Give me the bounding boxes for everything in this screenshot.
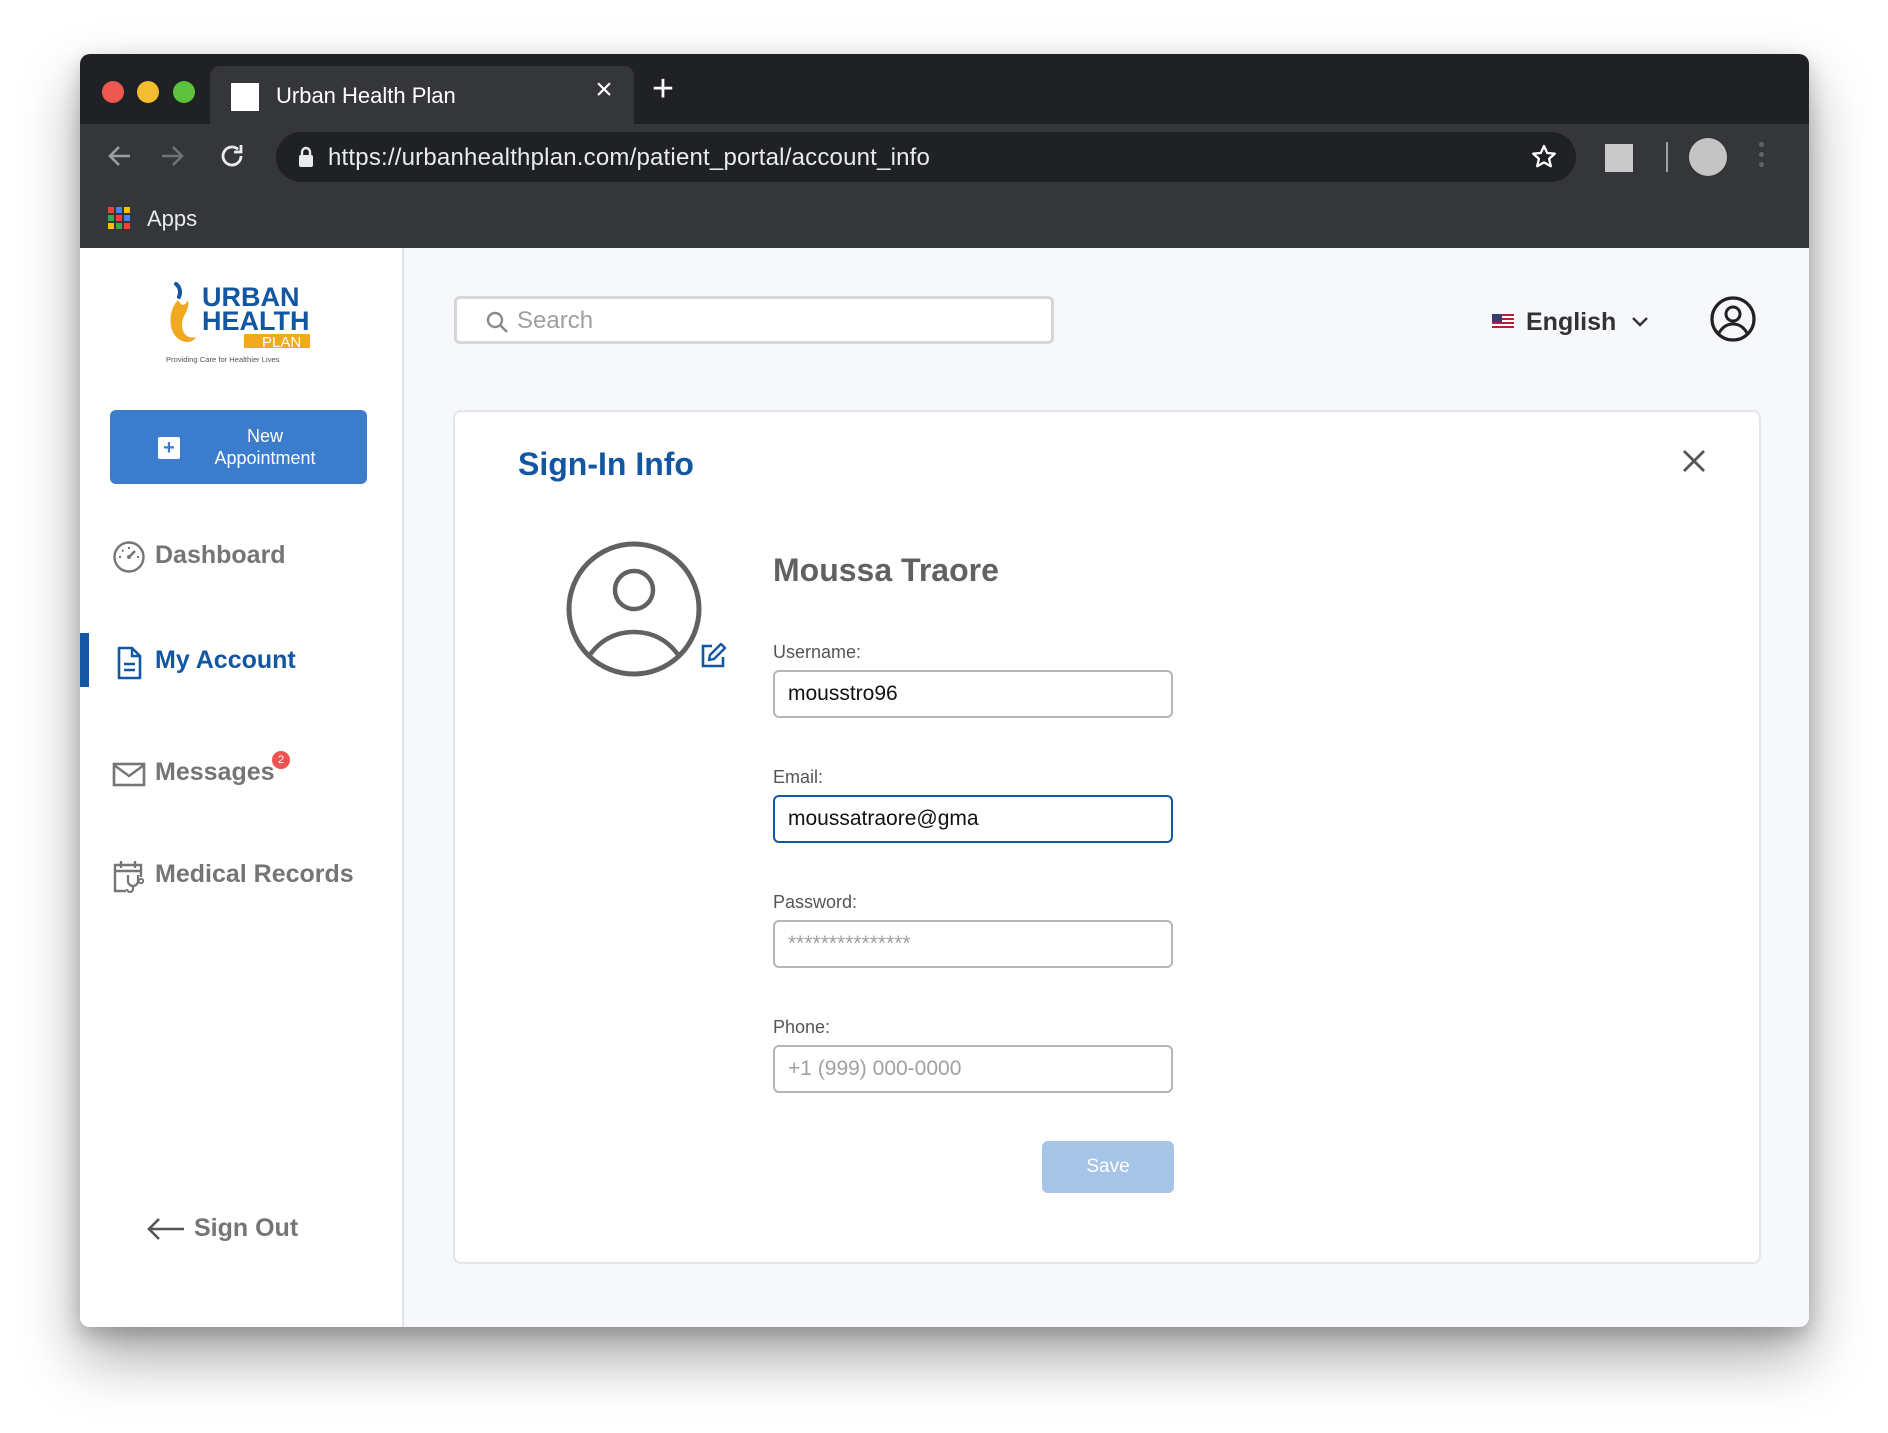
sidebar-item-label: Medical Records: [155, 860, 354, 888]
gauge-icon: [112, 540, 146, 574]
username-label: Username:: [773, 642, 862, 662]
document-icon: [112, 645, 146, 680]
envelope-icon: [112, 757, 146, 791]
urban-health-plan-logo[interactable]: URBAN HEALTH PLAN Providing Care for Hea…: [164, 278, 314, 368]
url-text: https://urbanhealthplan.com/patient_port…: [328, 144, 931, 171]
active-indicator: [80, 633, 89, 687]
user-profile-icon[interactable]: [1709, 295, 1757, 343]
chevron-down-icon: [1630, 312, 1650, 337]
browser-profile-avatar[interactable]: [1689, 138, 1727, 176]
card-title: Sign-In Info: [518, 446, 694, 482]
back-arrow-icon[interactable]: [102, 138, 138, 174]
bookmark-star-icon[interactable]: [1530, 143, 1558, 176]
edit-avatar-icon[interactable]: [699, 642, 727, 670]
sidebar-item-my-account[interactable]: My Account: [80, 633, 402, 687]
us-flag-icon: [1492, 314, 1514, 328]
avatar: [565, 540, 703, 678]
sidebar: URBAN HEALTH PLAN Providing Care for Hea…: [80, 248, 404, 1327]
maximize-window-button[interactable]: [173, 81, 195, 103]
svg-text:PLAN: PLAN: [262, 334, 301, 351]
svg-text:HEALTH: HEALTH: [202, 306, 310, 336]
close-icon[interactable]: [1679, 446, 1709, 476]
user-full-name: Moussa Traore: [773, 552, 999, 588]
apps-bookmark[interactable]: Apps: [147, 206, 197, 232]
password-field[interactable]: [773, 920, 1173, 968]
sidebar-item-label: My Account: [155, 646, 296, 674]
sidebar-item-label: Messages: [155, 758, 275, 786]
sidebar-item-dashboard[interactable]: Dashboard: [80, 528, 402, 582]
tab-title: Urban Health Plan: [276, 83, 456, 108]
unread-count-badge: 2: [272, 751, 290, 769]
save-button[interactable]: Save: [1042, 1141, 1174, 1193]
browser-tab-bar: Urban Health Plan × +: [80, 54, 1809, 124]
browser-window: Urban Health Plan × + https://urbanhealt…: [80, 54, 1809, 1327]
reload-icon[interactable]: [214, 138, 250, 174]
close-tab-icon[interactable]: ×: [590, 75, 618, 105]
new-appointment-label: New Appointment: [214, 426, 316, 468]
language-label: English: [1526, 308, 1617, 336]
close-window-button[interactable]: [102, 81, 124, 103]
bookmarks-bar: Apps: [80, 188, 1809, 248]
phone-label: Phone:: [773, 1017, 831, 1037]
sign-out-label: Sign Out: [194, 1214, 299, 1242]
toolbar-divider: [1666, 142, 1668, 172]
apps-grid-icon[interactable]: [108, 207, 130, 229]
medical-calendar-icon: [112, 859, 146, 894]
browser-menu-icon[interactable]: [1759, 142, 1765, 172]
email-label: Email:: [773, 767, 824, 787]
page-content: URBAN HEALTH PLAN Providing Care for Hea…: [80, 248, 1809, 1327]
password-label: Password:: [773, 892, 858, 912]
plus-icon: +: [158, 437, 180, 459]
minimize-window-button[interactable]: [137, 81, 159, 103]
sign-out-button[interactable]: Sign Out: [146, 1210, 346, 1250]
new-appointment-button[interactable]: + New Appointment: [110, 410, 367, 484]
address-bar[interactable]: https://urbanhealthplan.com/patient_port…: [276, 132, 1576, 182]
svg-text:Providing Care for Healthier L: Providing Care for Healthier Lives: [166, 355, 280, 364]
phone-field[interactable]: [773, 1045, 1173, 1093]
username-field[interactable]: [773, 670, 1173, 718]
search-icon: [485, 310, 509, 339]
browser-toolbar: https://urbanhealthplan.com/patient_port…: [80, 124, 1809, 188]
sidebar-item-messages[interactable]: Messages 2: [80, 745, 402, 799]
email-field[interactable]: [773, 795, 1173, 843]
left-arrow-icon: [146, 1216, 186, 1247]
search-input[interactable]: [517, 305, 1017, 337]
search-bar[interactable]: [454, 296, 1054, 344]
lock-icon: [298, 146, 314, 173]
new-tab-icon[interactable]: +: [646, 70, 680, 108]
sidebar-item-label: Dashboard: [155, 541, 286, 569]
sidebar-item-medical-records[interactable]: Medical Records: [80, 847, 402, 901]
favicon-icon: [231, 83, 259, 111]
sign-in-info-card: Sign-In Info Moussa Traore Username: Ema…: [453, 410, 1761, 1264]
browser-tab[interactable]: Urban Health Plan ×: [210, 66, 634, 124]
forward-arrow-icon[interactable]: [154, 138, 190, 174]
extension-icon[interactable]: [1605, 144, 1633, 172]
